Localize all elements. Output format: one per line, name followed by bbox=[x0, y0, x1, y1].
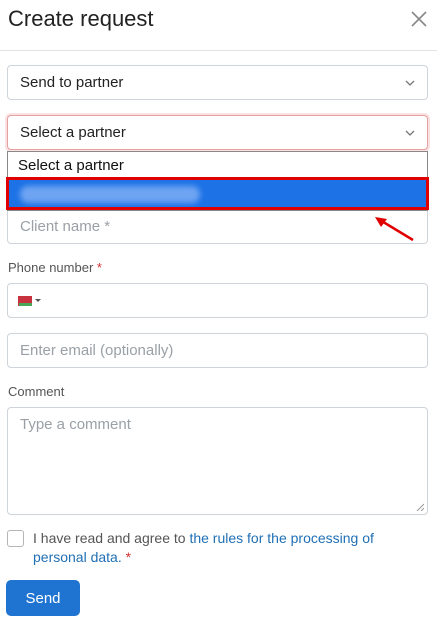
dialog-title: Create request bbox=[8, 6, 154, 31]
consent-checkbox[interactable] bbox=[7, 530, 24, 547]
request-type-select[interactable]: Send to partner bbox=[7, 65, 428, 100]
comment-placeholder: Type a comment bbox=[20, 416, 131, 433]
chevron-down-icon bbox=[405, 130, 415, 136]
dropdown-option-selected[interactable] bbox=[8, 179, 427, 210]
close-icon[interactable] bbox=[409, 9, 429, 29]
caret-down-icon[interactable] bbox=[35, 299, 41, 302]
comment-label: Comment bbox=[8, 384, 65, 399]
chevron-down-icon bbox=[405, 80, 415, 86]
blurred-partner-name bbox=[20, 186, 200, 203]
client-name-input[interactable]: Client name * bbox=[7, 209, 428, 244]
request-type-value: Send to partner bbox=[20, 74, 124, 91]
send-button[interactable]: Send bbox=[6, 580, 80, 616]
phone-label: Phone number * bbox=[8, 260, 102, 275]
consent-text: I have read and agree to the rules for t… bbox=[33, 529, 413, 567]
email-input[interactable]: Enter email (optionally) bbox=[7, 333, 428, 368]
phone-label-text: Phone number bbox=[8, 260, 94, 275]
partner-select[interactable]: Select a partner bbox=[7, 115, 428, 150]
client-name-placeholder: Client name * bbox=[20, 218, 111, 235]
consent-text-before: I have read and agree to bbox=[33, 530, 190, 546]
dropdown-option-placeholder[interactable]: Select a partner bbox=[18, 157, 124, 174]
required-mark: * bbox=[125, 549, 132, 565]
partner-dropdown-list: Select a partner bbox=[7, 151, 428, 211]
required-mark: * bbox=[96, 260, 102, 275]
partner-select-value: Select a partner bbox=[20, 124, 126, 141]
comment-textarea[interactable]: Type a comment bbox=[7, 407, 428, 515]
email-placeholder: Enter email (optionally) bbox=[20, 342, 174, 359]
belarus-flag-icon[interactable] bbox=[16, 296, 32, 306]
phone-input[interactable] bbox=[7, 283, 428, 318]
dialog-header: Create request bbox=[0, 0, 437, 51]
resize-handle-icon[interactable] bbox=[416, 503, 424, 511]
